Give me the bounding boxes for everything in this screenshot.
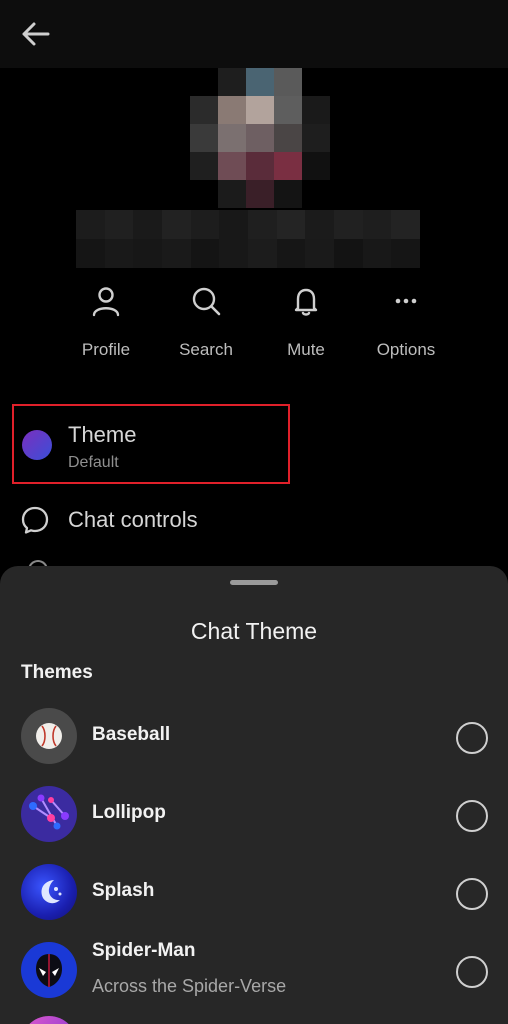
arrow-left-icon <box>22 22 50 46</box>
options-button[interactable]: Options <box>356 282 456 362</box>
theme-title: Theme <box>68 422 137 447</box>
theme-subtitle: Across the Spider-Verse <box>92 976 287 996</box>
theme-item-lollipop[interactable]: Lollipop <box>0 786 508 864</box>
spider-man-theme-icon <box>21 942 77 998</box>
top-bar <box>0 0 508 68</box>
theme-name: Baseball <box>92 724 171 745</box>
chat-bubble-icon <box>21 506 49 534</box>
theme-color-icon <box>22 430 52 460</box>
person-icon <box>92 287 120 317</box>
theme-radio[interactable] <box>456 956 488 988</box>
mute-button[interactable]: Mute <box>256 282 356 362</box>
baseball-theme-icon <box>21 708 77 764</box>
theme-radio[interactable] <box>456 800 488 832</box>
search-button[interactable]: Search <box>156 282 256 362</box>
themes-section-heading: Themes <box>21 662 93 683</box>
splash-theme-icon <box>21 864 77 920</box>
theme-item-baseball[interactable]: Baseball <box>0 708 508 786</box>
options-label: Options <box>376 340 436 359</box>
theme-radio[interactable] <box>456 878 488 910</box>
theme-subtitle: Default <box>68 454 119 471</box>
chat-theme-sheet: Chat Theme Themes Baseball Lollipop Spla… <box>0 566 508 1024</box>
profile-label: Profile <box>81 340 131 359</box>
search-icon <box>192 287 221 316</box>
action-row: Profile Search Mute Options <box>56 282 456 362</box>
avatar <box>190 68 330 208</box>
lollipop-theme-icon <box>21 786 77 842</box>
theme-item-splash[interactable]: Splash <box>0 864 508 942</box>
sheet-title: Chat Theme <box>190 618 318 644</box>
more-horizontal-icon <box>395 298 417 304</box>
chat-controls-label: Chat controls <box>68 507 198 532</box>
bell-icon <box>294 288 318 316</box>
theme-radio[interactable] <box>456 722 488 754</box>
theme-item-spider-man[interactable]: Spider-Man Across the Spider-Verse <box>0 940 508 1020</box>
theme-name: Spider-Man <box>92 940 196 961</box>
back-button[interactable] <box>18 18 54 50</box>
profile-button[interactable]: Profile <box>56 282 156 362</box>
sheet-drag-handle[interactable] <box>230 580 278 585</box>
chat-controls-row[interactable]: Chat controls <box>20 504 198 536</box>
contact-name-blurred <box>76 210 420 268</box>
theme-name: Splash <box>92 880 155 901</box>
theme-setting-row[interactable]: Theme Default <box>12 404 290 484</box>
mute-label: Mute <box>287 340 325 359</box>
search-label: Search <box>179 340 233 359</box>
theme-name: Lollipop <box>92 802 166 823</box>
